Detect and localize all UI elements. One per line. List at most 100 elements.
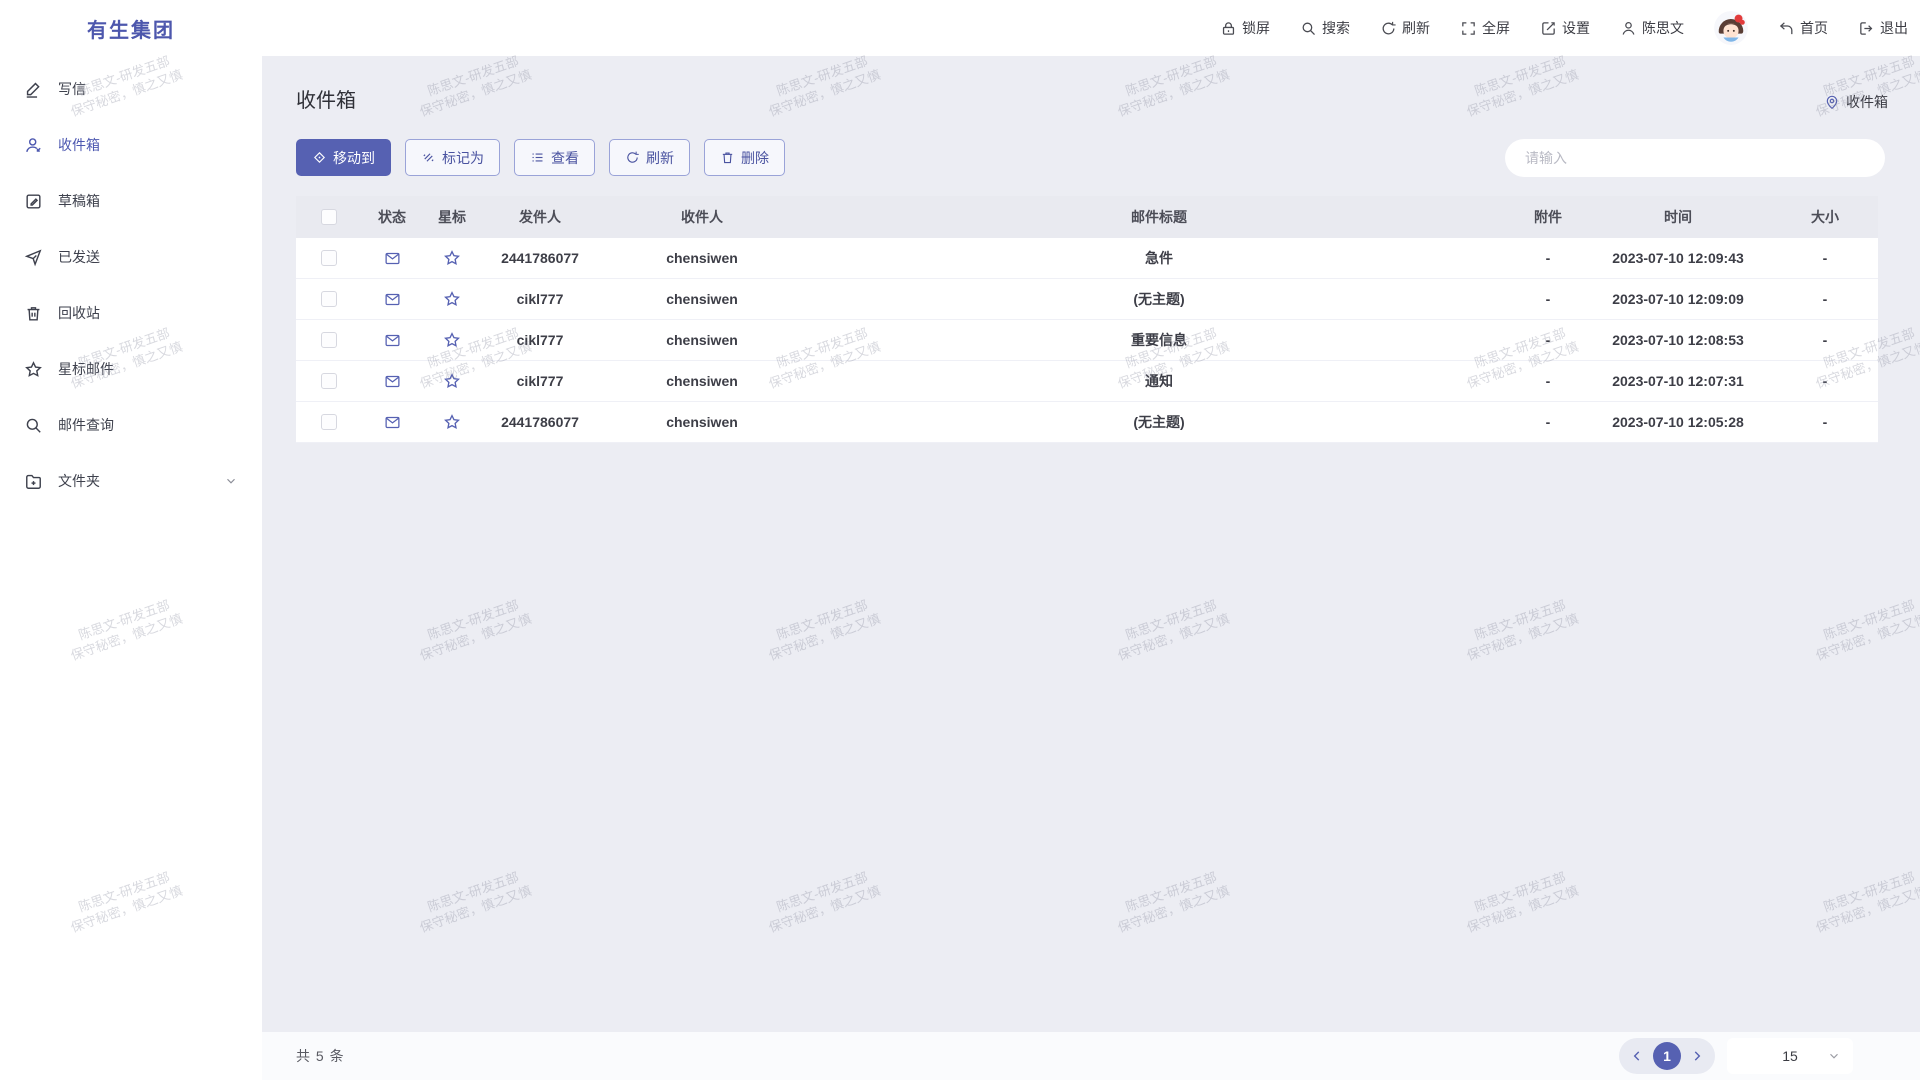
page-size-select[interactable]: 15: [1727, 1038, 1853, 1074]
header-star: 星标: [422, 207, 482, 227]
settings-icon: [1540, 20, 1557, 37]
row-checkbox[interactable]: [321, 332, 337, 348]
recipient-cell[interactable]: chensiwen: [598, 250, 806, 266]
page-number[interactable]: 1: [1653, 1042, 1681, 1070]
time-cell: 2023-07-10 12:08:53: [1584, 332, 1772, 348]
mail-table: 状态 星标 发件人 收件人 邮件标题 附件 时间 大小: [296, 196, 1878, 443]
settings-label: 设置: [1562, 18, 1590, 38]
search-icon: [24, 416, 43, 435]
size-cell: -: [1772, 332, 1878, 348]
table-row[interactable]: cikl777 chensiwen 通知 - 2023-07-10 12:07:…: [296, 361, 1878, 402]
star-icon[interactable]: [443, 331, 461, 349]
size-cell: -: [1772, 414, 1878, 430]
star-icon[interactable]: [443, 249, 461, 267]
trash-icon: [720, 150, 735, 165]
table-row[interactable]: 2441786077 chensiwen (无主题) - 2023-07-10 …: [296, 402, 1878, 443]
folder-plus-icon: [24, 472, 43, 491]
sidebar-item-compose[interactable]: 写信: [0, 66, 262, 112]
star-icon: [24, 360, 43, 379]
table-row[interactable]: 2441786077 chensiwen 急件 - 2023-07-10 12:…: [296, 238, 1878, 279]
search-icon: [1300, 20, 1317, 37]
row-checkbox[interactable]: [321, 250, 337, 266]
header-size: 大小: [1772, 207, 1878, 227]
search-button[interactable]: 搜索: [1300, 18, 1350, 38]
sidebar-item-label: 草稿箱: [58, 191, 100, 211]
settings-button[interactable]: 设置: [1540, 18, 1590, 38]
row-checkbox[interactable]: [321, 373, 337, 389]
page-title: 收件箱: [296, 84, 356, 113]
search-box: [1505, 139, 1885, 177]
refresh-list-button[interactable]: 刷新: [609, 139, 690, 176]
recipient-cell[interactable]: chensiwen: [598, 332, 806, 348]
breadcrumb-label: 收件箱: [1846, 92, 1888, 112]
mark-as-label: 标记为: [442, 148, 484, 168]
unread-mail-icon: [384, 414, 401, 431]
move-diamond-icon: [312, 150, 327, 165]
recipient-cell[interactable]: chensiwen: [598, 373, 806, 389]
refresh-button[interactable]: 刷新: [1380, 18, 1430, 38]
subject-cell[interactable]: 重要信息: [806, 330, 1512, 350]
subject-cell[interactable]: 急件: [806, 248, 1512, 268]
size-cell: -: [1772, 291, 1878, 307]
sidebar-item-drafts[interactable]: 草稿箱: [0, 178, 262, 224]
select-all-checkbox[interactable]: [321, 209, 337, 225]
subject-cell[interactable]: (无主题): [806, 289, 1512, 309]
recipient-cell[interactable]: chensiwen: [598, 291, 806, 307]
time-cell: 2023-07-10 12:05:28: [1584, 414, 1772, 430]
star-icon[interactable]: [443, 372, 461, 390]
chevron-down-icon: [224, 474, 238, 488]
refresh-icon: [625, 150, 640, 165]
sidebar: 写信 收件箱 草稿箱 已发送 回收站 星标邮件: [0, 56, 262, 1080]
row-checkbox[interactable]: [321, 291, 337, 307]
person-inbox-icon: [24, 136, 43, 155]
sidebar-item-inbox[interactable]: 收件箱: [0, 122, 262, 168]
time-cell: 2023-07-10 12:07:31: [1584, 373, 1772, 389]
sender-cell[interactable]: cikl777: [482, 291, 598, 307]
star-icon[interactable]: [443, 413, 461, 431]
header-time: 时间: [1584, 207, 1772, 227]
subject-cell[interactable]: (无主题): [806, 412, 1512, 432]
subject-cell[interactable]: 通知: [806, 371, 1512, 391]
unread-mail-icon: [384, 291, 401, 308]
logout-button[interactable]: 退出: [1858, 18, 1908, 38]
fullscreen-button[interactable]: 全屏: [1460, 18, 1510, 38]
view-button[interactable]: 查看: [514, 139, 595, 176]
attachment-cell: -: [1512, 373, 1584, 389]
table-row[interactable]: cikl777 chensiwen 重要信息 - 2023-07-10 12:0…: [296, 320, 1878, 361]
user-menu[interactable]: 陈思文: [1620, 18, 1684, 38]
sidebar-item-starred[interactable]: 星标邮件: [0, 346, 262, 392]
home-button[interactable]: 首页: [1778, 18, 1828, 38]
sidebar-item-trash[interactable]: 回收站: [0, 290, 262, 336]
search-input[interactable]: [1505, 139, 1885, 177]
footer-bar: 共 5 条 1 15: [262, 1032, 1920, 1080]
sidebar-item-folders[interactable]: 文件夹: [0, 458, 262, 504]
sidebar-item-mail-query[interactable]: 邮件查询: [0, 402, 262, 448]
sidebar-item-sent[interactable]: 已发送: [0, 234, 262, 280]
home-label: 首页: [1800, 18, 1828, 38]
mark-as-button[interactable]: 标记为: [405, 139, 500, 176]
next-page-icon[interactable]: [1690, 1049, 1704, 1063]
move-to-button[interactable]: 移动到: [296, 139, 391, 176]
sender-cell[interactable]: cikl777: [482, 332, 598, 348]
star-icon[interactable]: [443, 290, 461, 308]
search-label: 搜索: [1322, 18, 1350, 38]
prev-page-icon[interactable]: [1630, 1049, 1644, 1063]
sender-cell[interactable]: 2441786077: [482, 414, 598, 430]
sidebar-item-label: 收件箱: [58, 135, 100, 155]
recipient-cell[interactable]: chensiwen: [598, 414, 806, 430]
sender-cell[interactable]: 2441786077: [482, 250, 598, 266]
sidebar-item-label: 写信: [58, 79, 86, 99]
mark-icon: [421, 150, 436, 165]
sender-cell[interactable]: cikl777: [482, 373, 598, 389]
table-row[interactable]: cikl777 chensiwen (无主题) - 2023-07-10 12:…: [296, 279, 1878, 320]
pager: 1: [1619, 1038, 1715, 1074]
topbar: 有生集团 锁屏 搜索 刷新 全屏 设置: [0, 0, 1920, 56]
avatar[interactable]: [1714, 11, 1748, 45]
lock-screen-button[interactable]: 锁屏: [1220, 18, 1270, 38]
delete-button[interactable]: 删除: [704, 139, 785, 176]
unread-mail-icon: [384, 332, 401, 349]
sidebar-item-label: 邮件查询: [58, 415, 114, 435]
refresh-list-label: 刷新: [646, 148, 674, 168]
time-cell: 2023-07-10 12:09:43: [1584, 250, 1772, 266]
row-checkbox[interactable]: [321, 414, 337, 430]
